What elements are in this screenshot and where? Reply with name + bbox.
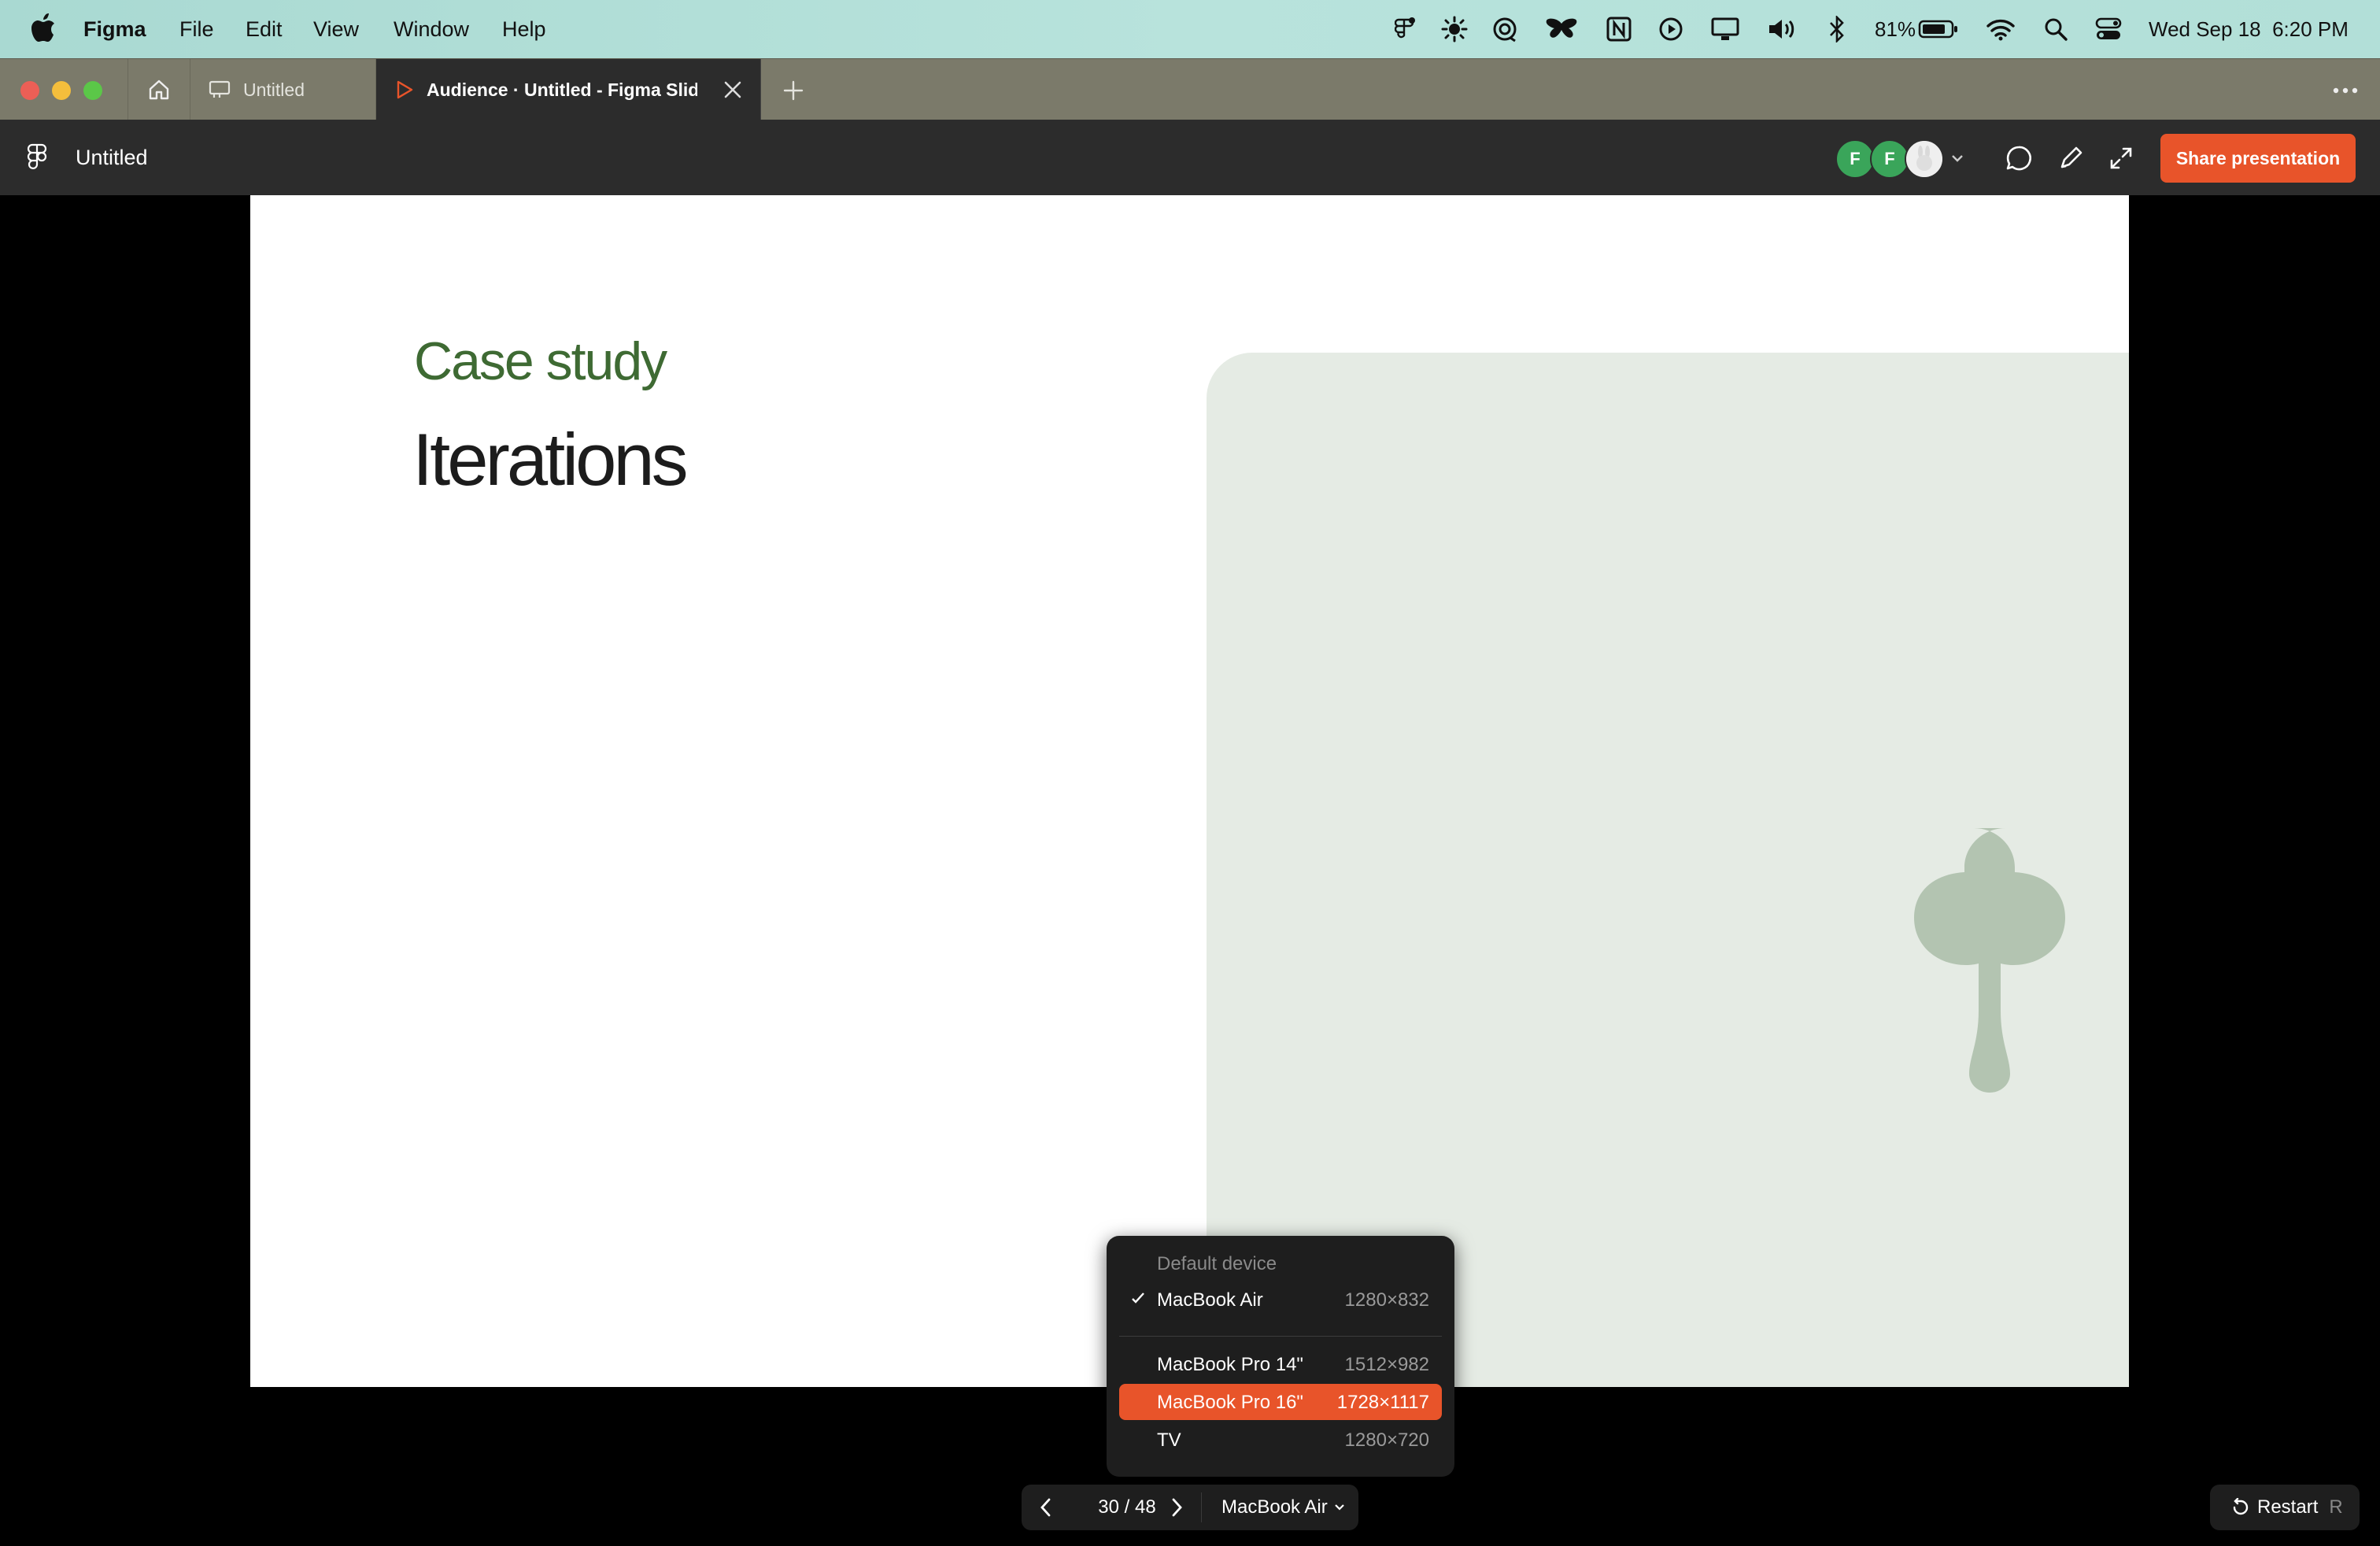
figma-agent-icon[interactable] <box>1391 14 1418 44</box>
menu-window[interactable]: Window <box>394 16 469 43</box>
menu-item-macbook-air[interactable]: MacBook Air 1280×832 <box>1119 1282 1442 1318</box>
menu-item-name: MacBook Pro 14" <box>1157 1354 1303 1375</box>
menu-item-tv[interactable]: TV 1280×720 <box>1119 1422 1442 1458</box>
wifi-icon[interactable] <box>1985 14 2016 44</box>
slides-icon <box>209 80 231 100</box>
slide-pager: 30 / 48 MacBook Air <box>1022 1485 1358 1530</box>
new-tab-button[interactable] <box>778 75 809 106</box>
chevron-left-icon <box>1040 1498 1051 1517</box>
menu-item-macbook-pro-16[interactable]: MacBook Pro 16" 1728×1117 <box>1119 1384 1442 1420</box>
menu-view[interactable]: View <box>313 16 359 43</box>
bluetooth-icon[interactable] <box>1826 14 1848 44</box>
avatar[interactable]: F <box>1835 139 1875 179</box>
chevron-right-icon <box>1172 1498 1182 1517</box>
volume-icon[interactable] <box>1766 14 1798 44</box>
slide-canvas: Case study Iterations <box>250 195 2129 1387</box>
restart-shortcut: R <box>2329 1496 2343 1518</box>
tab-untitled[interactable]: Untitled <box>190 59 376 120</box>
tab-label: Audience · Untitled - Figma Slides <box>427 79 697 100</box>
control-center-icon[interactable] <box>2094 14 2123 44</box>
menu-item-macbook-pro-14[interactable]: MacBook Pro 14" 1512×982 <box>1119 1346 1442 1382</box>
presentation-toolbar: Untitled F F Share presentation <box>0 120 2380 195</box>
slide-kicker: Case study <box>414 331 667 391</box>
menu-file[interactable]: File <box>179 16 214 43</box>
play-icon[interactable] <box>1658 14 1684 44</box>
slide-title: Iterations <box>412 418 689 501</box>
close-tab-icon[interactable] <box>722 80 743 105</box>
document-title[interactable]: Untitled <box>76 143 148 172</box>
menu-item-name: MacBook Pro 16" <box>1157 1392 1303 1413</box>
menu-bar: Figma File Edit View Window Help 81% Wed… <box>0 0 2380 58</box>
comment-icon[interactable] <box>2004 143 2034 173</box>
menu-item-name: MacBook Air <box>1157 1289 1263 1311</box>
menu-app-name[interactable]: Figma <box>83 16 146 43</box>
plus-icon <box>783 80 804 101</box>
menu-edit[interactable]: Edit <box>246 16 283 43</box>
tab-bar: Untitled Audience · Untitled - Figma Sli… <box>0 58 2380 120</box>
divider <box>1201 1492 1202 1522</box>
sun-icon[interactable] <box>1440 14 1469 44</box>
display-icon[interactable] <box>1709 14 1741 44</box>
menu-item-resolution: 1280×832 <box>1344 1289 1429 1311</box>
sync-icon[interactable] <box>1491 14 1519 44</box>
menu-header: Default device <box>1157 1253 1277 1274</box>
window-zoom-button[interactable] <box>83 81 102 100</box>
home-icon <box>149 80 169 100</box>
menu-item-resolution: 1512×982 <box>1344 1354 1429 1375</box>
menubar-clock[interactable]: Wed Sep 18 6:20 PM <box>2149 16 2349 43</box>
menu-help[interactable]: Help <box>502 16 546 43</box>
fullscreen-icon[interactable] <box>2106 143 2136 173</box>
avatar-photo[interactable] <box>1905 139 1944 179</box>
restart-label: Restart <box>2257 1496 2319 1518</box>
checkmark-icon <box>1130 1289 1146 1311</box>
menu-item-name: TV <box>1157 1429 1181 1451</box>
apple-icon[interactable] <box>30 13 57 44</box>
figma-logo-icon[interactable] <box>27 143 47 176</box>
device-selector[interactable]: MacBook Air <box>1221 1496 1345 1518</box>
next-slide-button[interactable] <box>1162 1492 1193 1523</box>
ellipsis-icon <box>2333 87 2358 94</box>
restart-icon <box>2230 1498 2249 1517</box>
device-selector-label: MacBook Air <box>1221 1496 1328 1518</box>
home-tab[interactable] <box>128 59 190 120</box>
tab-audience[interactable]: Audience · Untitled - Figma Slides <box>376 59 761 120</box>
butterfly-icon[interactable] <box>1544 14 1579 44</box>
search-icon[interactable] <box>2042 14 2070 44</box>
window-close-button[interactable] <box>20 81 39 100</box>
notion-icon[interactable] <box>1606 14 1632 44</box>
restart-button[interactable]: Restart R <box>2210 1485 2360 1530</box>
avatar[interactable]: F <box>1870 139 1909 179</box>
chevron-down-icon <box>1334 1504 1344 1511</box>
play-icon <box>395 80 414 100</box>
battery-percent: 81% <box>1875 17 1916 41</box>
chevron-down-icon[interactable] <box>1946 143 1969 173</box>
annotate-icon[interactable] <box>2056 143 2086 173</box>
share-presentation-button[interactable]: Share presentation <box>2160 134 2356 183</box>
previous-slide-button[interactable] <box>1029 1492 1061 1523</box>
window-minimize-button[interactable] <box>52 81 71 100</box>
tab-label: Untitled <box>243 79 305 100</box>
menu-separator <box>1119 1336 1442 1337</box>
tree-shape-icon <box>1914 828 2065 1093</box>
menu-item-resolution: 1728×1117 <box>1336 1392 1429 1413</box>
battery-icon[interactable] <box>1917 14 1960 44</box>
menu-item-resolution: 1280×720 <box>1344 1429 1429 1451</box>
device-dropdown-menu: Default device MacBook Air 1280×832 MacB… <box>1107 1236 1454 1477</box>
more-options-button[interactable] <box>2330 75 2361 106</box>
